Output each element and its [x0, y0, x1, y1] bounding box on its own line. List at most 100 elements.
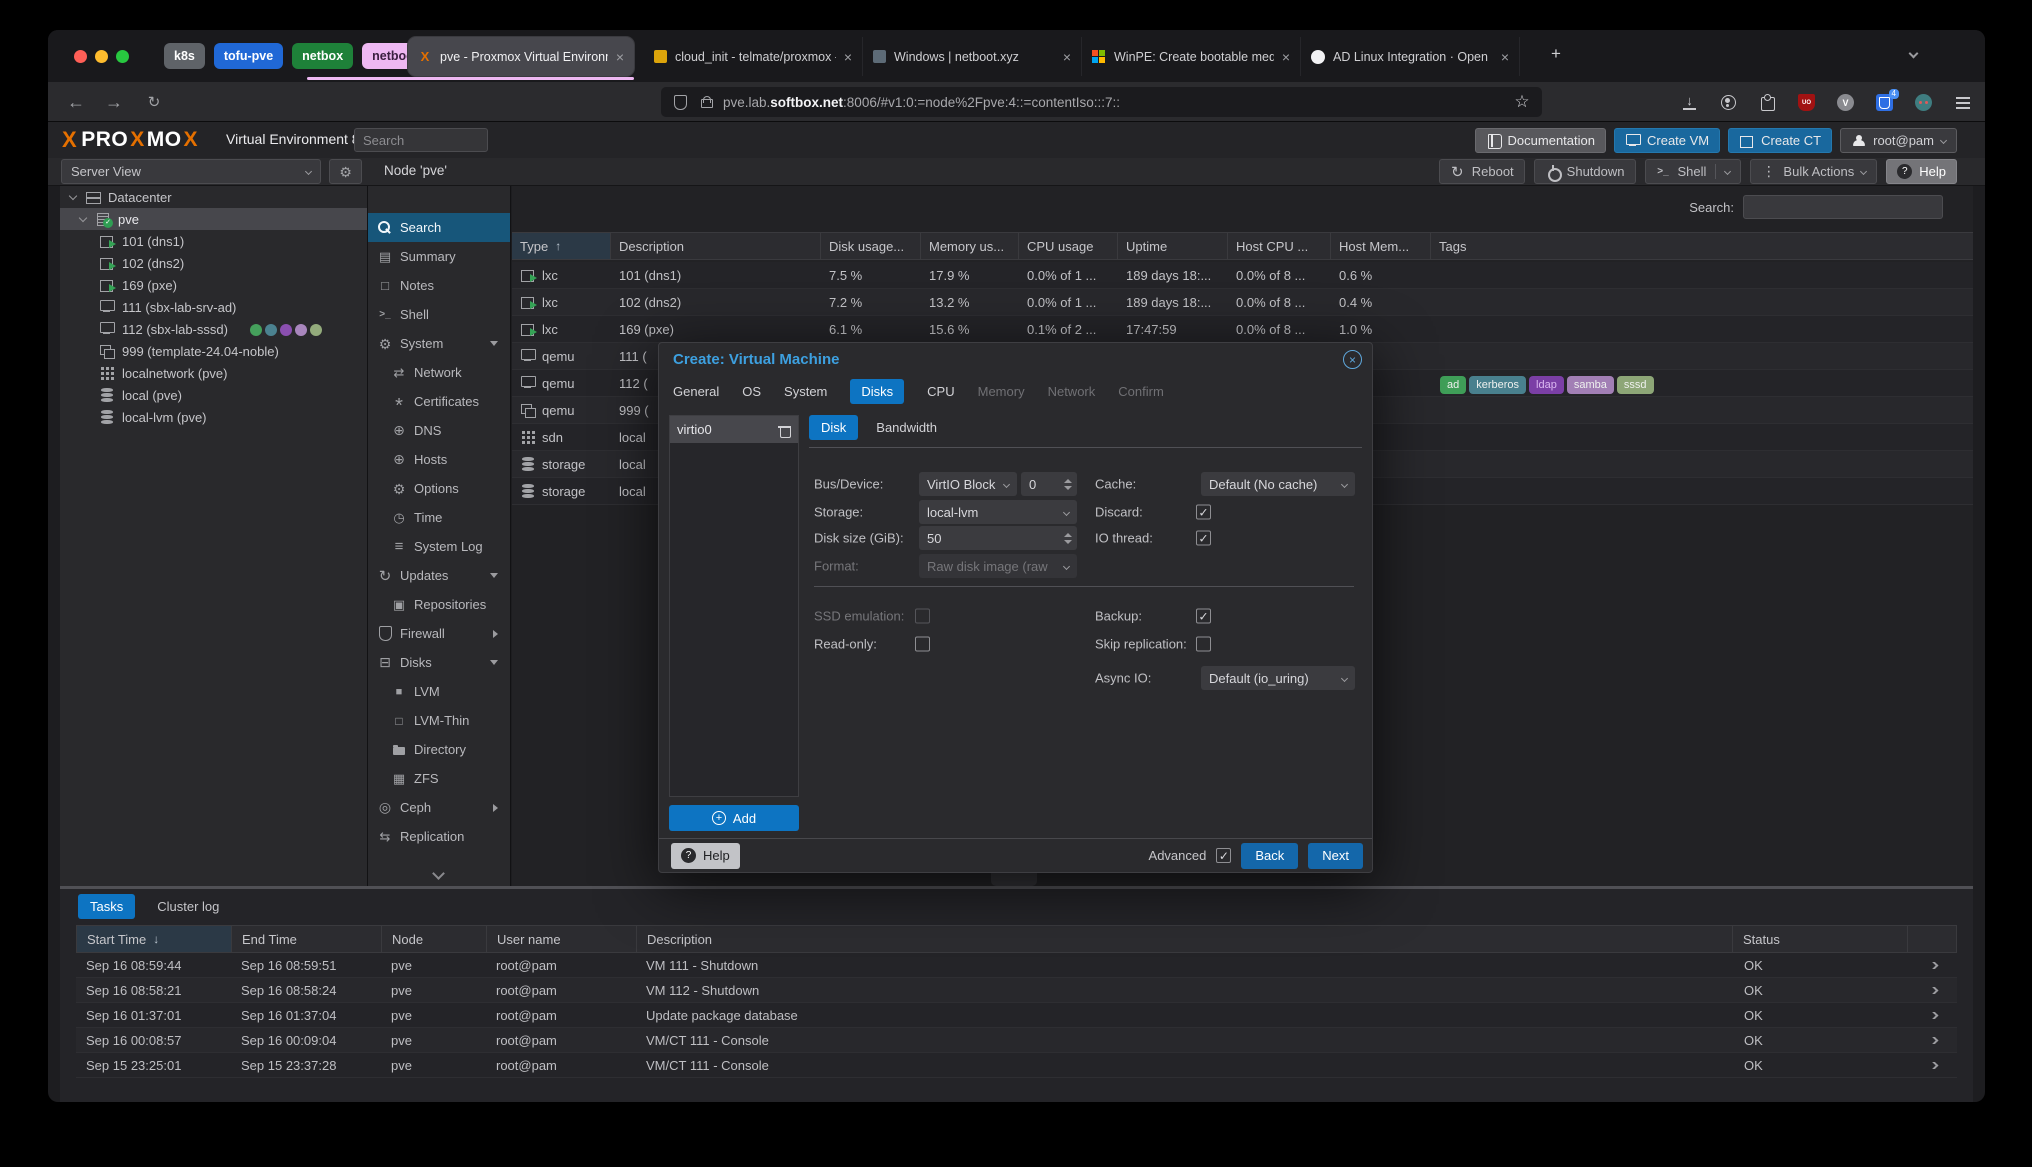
- nav-item[interactable]: System: [368, 329, 510, 358]
- column-header-memory[interactable]: Memory us...: [921, 233, 1019, 259]
- column-header-type[interactable]: Type: [512, 233, 611, 259]
- close-window-icon[interactable]: [74, 50, 87, 63]
- create-ct-button[interactable]: Create CT: [1728, 128, 1832, 153]
- table-row[interactable]: lxc 169 (pxe) 6.1 % 15.6 % 0.1% of 2 ...…: [512, 316, 1973, 343]
- download-icon[interactable]: [1681, 94, 1698, 111]
- bulk-actions-button[interactable]: Bulk Actions: [1750, 159, 1877, 184]
- row-expand-icon[interactable]: [1928, 1012, 1938, 1019]
- nav-item[interactable]: Updates: [368, 561, 510, 590]
- column-header-uptime[interactable]: Uptime: [1118, 233, 1228, 259]
- tree-settings-button[interactable]: [329, 159, 362, 184]
- column-header-status[interactable]: Status: [1733, 926, 1908, 952]
- column-header-user[interactable]: User name: [487, 926, 637, 952]
- scroll-down-icon[interactable]: [432, 867, 445, 880]
- back-icon[interactable]: [68, 94, 84, 110]
- row-expand-icon[interactable]: [1928, 962, 1938, 969]
- discard-checkbox[interactable]: [1196, 505, 1211, 520]
- column-header-host-mem[interactable]: Host Mem...: [1331, 233, 1431, 259]
- add-disk-button[interactable]: Add: [669, 805, 799, 831]
- disk-list-item[interactable]: virtio0: [670, 416, 798, 443]
- nav-item[interactable]: LVM-Thin: [368, 706, 510, 735]
- shutdown-button[interactable]: Shutdown: [1534, 159, 1636, 184]
- shield-icon[interactable]: [673, 94, 688, 110]
- tab-group-chip[interactable]: netbox: [292, 43, 353, 69]
- nav-item[interactable]: Firewall: [368, 619, 510, 648]
- tasks-tab[interactable]: Cluster log: [145, 894, 231, 919]
- tree-item[interactable]: localnetwork (pve): [60, 362, 367, 384]
- backup-checkbox[interactable]: [1196, 609, 1211, 624]
- close-tab-icon[interactable]: [844, 49, 852, 65]
- menu-icon[interactable]: [1954, 94, 1971, 111]
- browser-tab[interactable]: WinPE: Create bootable media |: [1082, 37, 1301, 76]
- nav-item[interactable]: Certificates: [368, 387, 510, 416]
- wizard-tab[interactable]: Memory: [978, 384, 1025, 399]
- browser-tab[interactable]: AD Linux Integration · Open: [1301, 37, 1520, 76]
- tabs-dropdown-icon[interactable]: [1909, 49, 1919, 59]
- column-header-disk[interactable]: Disk usage...: [821, 233, 921, 259]
- cache-select[interactable]: Default (No cache): [1201, 472, 1355, 496]
- bus-device-select[interactable]: VirtIO Block: [919, 472, 1017, 496]
- create-vm-button[interactable]: Create VM: [1614, 128, 1720, 153]
- tree-item[interactable]: 101 (dns1): [60, 230, 367, 252]
- column-header-host-cpu[interactable]: Host CPU ...: [1228, 233, 1331, 259]
- column-header-end-time[interactable]: End Time: [232, 926, 382, 952]
- read-only-checkbox[interactable]: [915, 637, 930, 652]
- nav-item[interactable]: LVM: [368, 677, 510, 706]
- wizard-tab[interactable]: Network: [1048, 384, 1096, 399]
- nav-item[interactable]: Notes: [368, 271, 510, 300]
- tree-item[interactable]: 102 (dns2): [60, 252, 367, 274]
- nav-item[interactable]: DNS: [368, 416, 510, 445]
- wizard-tab[interactable]: System: [784, 384, 827, 399]
- new-tab-icon[interactable]: [1548, 46, 1564, 62]
- column-header-description[interactable]: Description: [611, 233, 821, 259]
- close-tab-icon[interactable]: [616, 49, 624, 65]
- forward-icon[interactable]: [106, 94, 122, 110]
- table-row[interactable]: lxc 102 (dns2) 7.2 % 13.2 % 0.0% of 1 ..…: [512, 289, 1973, 316]
- global-search-input[interactable]: [354, 128, 488, 152]
- async-io-select[interactable]: Default (io_uring): [1201, 666, 1355, 690]
- puzzle-icon[interactable]: [1759, 94, 1776, 111]
- tree-item[interactable]: local (pve): [60, 384, 367, 406]
- wizard-tab[interactable]: Confirm: [1118, 384, 1164, 399]
- user-menu-button[interactable]: root@pam: [1840, 128, 1957, 153]
- wizard-tab[interactable]: OS: [742, 384, 761, 399]
- spinner-icons[interactable]: [1064, 479, 1072, 490]
- lock-warning-icon[interactable]: [698, 94, 713, 110]
- tasks-tab[interactable]: Tasks: [78, 894, 135, 919]
- password-manager-icon[interactable]: 4: [1876, 94, 1893, 111]
- close-tab-icon[interactable]: [1063, 49, 1071, 65]
- close-tab-icon[interactable]: [1282, 49, 1290, 65]
- view-selector[interactable]: Server View: [61, 159, 321, 184]
- reboot-button[interactable]: Reboot: [1439, 159, 1525, 184]
- column-header-node[interactable]: Node: [382, 926, 487, 952]
- back-button[interactable]: Back: [1241, 843, 1298, 869]
- nav-item[interactable]: Shell: [368, 300, 510, 329]
- next-button[interactable]: Next: [1308, 843, 1363, 869]
- row-expand-icon[interactable]: [1928, 1062, 1938, 1069]
- nav-item[interactable]: Network: [368, 358, 510, 387]
- io-thread-checkbox[interactable]: [1196, 531, 1211, 546]
- task-row[interactable]: Sep 16 00:08:57 Sep 16 00:09:04 pve root…: [76, 1028, 1957, 1053]
- column-header-start-time[interactable]: Start Time: [77, 926, 232, 952]
- extension-v-icon[interactable]: V: [1837, 94, 1854, 111]
- skip-replication-checkbox[interactable]: [1196, 637, 1211, 652]
- expand-chevron-icon[interactable]: [79, 213, 87, 221]
- nav-item[interactable]: Time: [368, 503, 510, 532]
- chevron-down-icon[interactable]: [1724, 168, 1731, 175]
- table-row[interactable]: lxc 101 (dns1) 7.5 % 17.9 % 0.0% of 1 ..…: [512, 262, 1973, 289]
- nav-item[interactable]: Ceph: [368, 793, 510, 822]
- table-search-input[interactable]: [1743, 195, 1943, 219]
- star-icon[interactable]: [1514, 94, 1530, 110]
- ublock-icon[interactable]: UO: [1798, 94, 1815, 111]
- dialog-help-button[interactable]: Help: [671, 843, 740, 869]
- wizard-tab[interactable]: Disks: [850, 379, 904, 404]
- nav-item[interactable]: Hosts: [368, 445, 510, 474]
- disk-subtab[interactable]: Bandwidth: [876, 420, 937, 435]
- nav-item[interactable]: Summary: [368, 242, 510, 271]
- disk-size-stepper[interactable]: 50: [919, 526, 1077, 550]
- nav-item[interactable]: Directory: [368, 735, 510, 764]
- disk-subtab[interactable]: Disk: [809, 415, 858, 440]
- row-expand-icon[interactable]: [1928, 987, 1938, 994]
- task-row[interactable]: Sep 16 08:59:44 Sep 16 08:59:51 pve root…: [76, 953, 1957, 978]
- column-header-description[interactable]: Description: [637, 926, 1733, 952]
